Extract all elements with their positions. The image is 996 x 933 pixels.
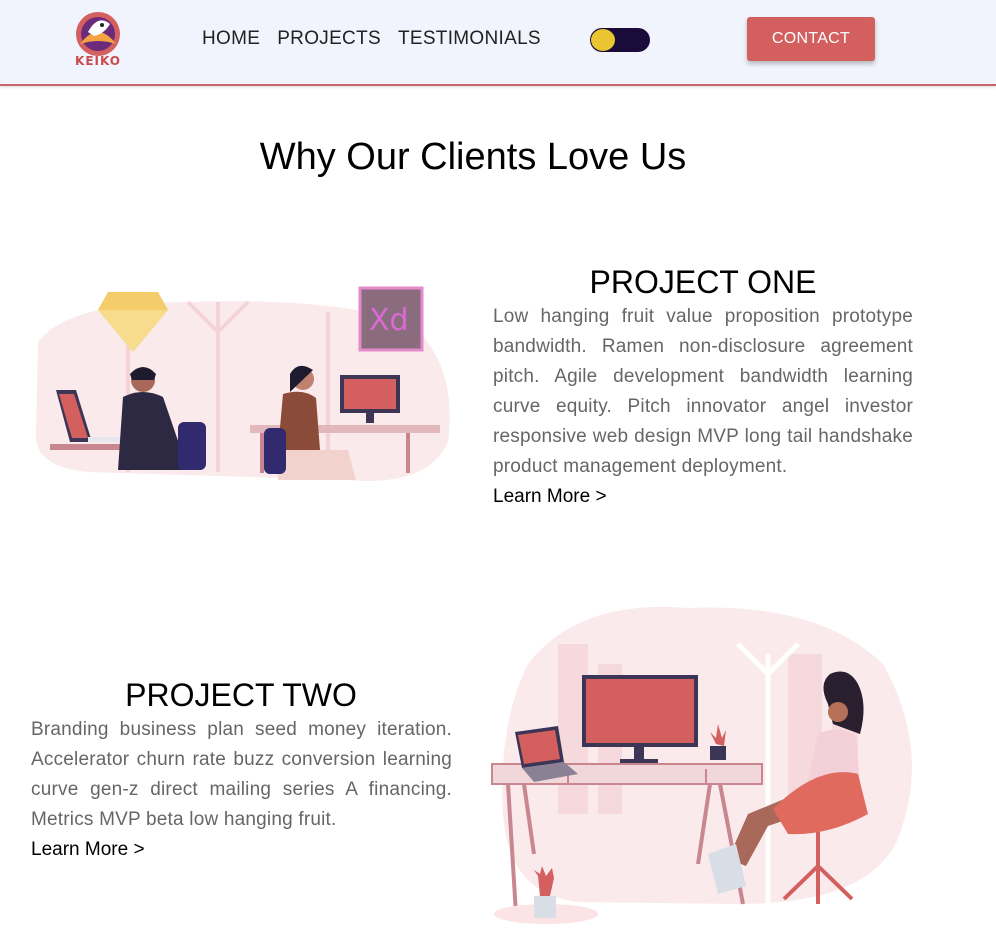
fox-logo-icon: [76, 12, 120, 56]
page-title: Why Our Clients Love Us: [259, 136, 687, 178]
project-one-title: PROJECT ONE: [589, 264, 817, 300]
contact-button[interactable]: CONTACT: [747, 17, 875, 61]
toggle-knob: [591, 29, 615, 51]
dark-mode-toggle[interactable]: [590, 28, 650, 52]
xd-badge-icon: Xd: [358, 286, 424, 352]
nav-projects[interactable]: PROJECTS: [277, 28, 381, 50]
nav-testimonials[interactable]: TESTIMONIALS: [398, 28, 541, 50]
project-two-illustration: [491, 606, 912, 924]
logo-text: KEIKO: [75, 54, 121, 68]
xd-badge-label: Xd: [369, 303, 409, 338]
project-two-description: Branding business plan seed money iterat…: [31, 719, 452, 830]
project-two-title: PROJECT TWO: [125, 677, 357, 713]
project-one-illustration: Xd: [35, 286, 450, 481]
keiko-logo[interactable]: KEIKO: [66, 10, 130, 70]
project-one-description: Low hanging fruit value proposition prot…: [493, 306, 913, 477]
main-nav: HOME PROJECTS TESTIMONIALS: [202, 28, 558, 50]
project-two-learn-more-link[interactable]: Learn More >: [31, 839, 145, 861]
nav-home[interactable]: HOME: [202, 28, 260, 50]
project-one-learn-more-link[interactable]: Learn More >: [493, 486, 607, 508]
site-header: KEIKO HOME PROJECTS TESTIMONIALS CONTACT: [0, 0, 996, 86]
